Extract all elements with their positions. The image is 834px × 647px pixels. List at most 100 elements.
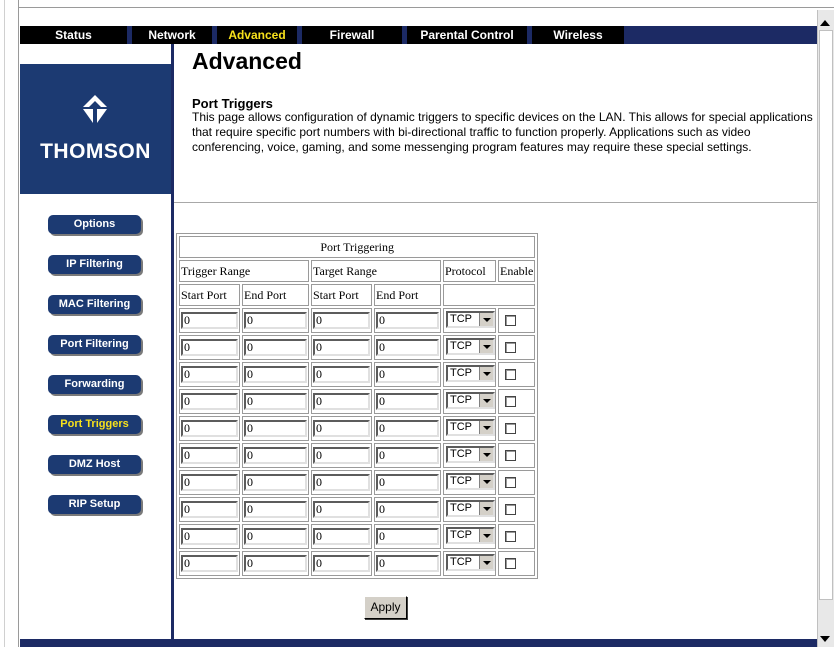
nav-tab-wireless[interactable]: Wireless bbox=[532, 26, 624, 44]
apply-button[interactable]: Apply bbox=[364, 596, 407, 619]
trigger-start-port-input[interactable] bbox=[181, 501, 238, 518]
target-end-port-input[interactable] bbox=[376, 528, 439, 545]
trigger-end-port-input[interactable] bbox=[244, 528, 307, 545]
trigger-start-port-input[interactable] bbox=[181, 447, 238, 464]
protocol-select[interactable]: TCP bbox=[446, 419, 495, 436]
nav-tab-firewall[interactable]: Firewall bbox=[302, 26, 402, 44]
protocol-select[interactable]: TCP bbox=[446, 338, 495, 355]
target-end-port-input[interactable] bbox=[376, 501, 439, 518]
trigger-end-port-input[interactable] bbox=[244, 501, 307, 518]
sidebar-item-ip-filtering[interactable]: IP Filtering bbox=[48, 255, 141, 274]
dropdown-arrow-icon[interactable] bbox=[479, 394, 493, 407]
protocol-select[interactable]: TCP bbox=[446, 311, 495, 328]
protocol-select[interactable]: TCP bbox=[446, 446, 495, 463]
dropdown-arrow-icon[interactable] bbox=[479, 340, 493, 353]
thomson-logo-icon bbox=[83, 95, 107, 123]
target-end-port-input[interactable] bbox=[376, 339, 439, 356]
dropdown-arrow-icon[interactable] bbox=[479, 421, 493, 434]
scroll-up-arrow-icon[interactable] bbox=[820, 20, 830, 26]
target-start-port-input[interactable] bbox=[313, 555, 370, 572]
target-end-port-input[interactable] bbox=[376, 555, 439, 572]
sidebar-item-mac-filtering[interactable]: MAC Filtering bbox=[48, 295, 141, 314]
target-start-port-input[interactable] bbox=[313, 474, 370, 491]
nav-tab-parental-control[interactable]: Parental Control bbox=[407, 26, 527, 44]
trigger-end-port-input[interactable] bbox=[244, 555, 307, 572]
trigger-end-port-input[interactable] bbox=[244, 312, 307, 329]
trigger-start-port-input[interactable] bbox=[181, 366, 238, 383]
sidebar-item-port-triggers[interactable]: Port Triggers bbox=[48, 415, 141, 434]
trigger-end-port-input[interactable] bbox=[244, 420, 307, 437]
target-end-port-input[interactable] bbox=[376, 366, 439, 383]
protocol-select[interactable]: TCP bbox=[446, 527, 495, 544]
target-start-port-input[interactable] bbox=[313, 420, 370, 437]
protocol-select[interactable]: TCP bbox=[446, 473, 495, 490]
dropdown-arrow-icon[interactable] bbox=[479, 475, 493, 488]
trigger-start-port-input[interactable] bbox=[181, 528, 238, 545]
dropdown-arrow-icon[interactable] bbox=[479, 502, 493, 515]
sidebar-item-dmz-host[interactable]: DMZ Host bbox=[48, 455, 141, 474]
trigger-end-port-input[interactable] bbox=[244, 393, 307, 410]
trigger-start-port-input[interactable] bbox=[181, 312, 238, 329]
target-end-port-input[interactable] bbox=[376, 393, 439, 410]
dropdown-arrow-icon[interactable] bbox=[479, 367, 493, 380]
sidebar-item-label: IP Filtering bbox=[66, 258, 123, 270]
trigger-end-port-input[interactable] bbox=[244, 447, 307, 464]
dropdown-arrow-icon[interactable] bbox=[479, 313, 493, 326]
sidebar-item-options[interactable]: Options bbox=[48, 215, 141, 234]
enable-checkbox[interactable] bbox=[505, 450, 516, 461]
enable-checkbox[interactable] bbox=[505, 531, 516, 542]
trigger-end-port-input[interactable] bbox=[244, 474, 307, 491]
dropdown-arrow-icon[interactable] bbox=[479, 529, 493, 542]
trigger-end-port-input[interactable] bbox=[244, 366, 307, 383]
dropdown-arrow-icon[interactable] bbox=[479, 448, 493, 461]
protocol-select[interactable]: TCP bbox=[446, 365, 495, 382]
nav-tab-advanced[interactable]: Advanced bbox=[217, 26, 297, 44]
table-cell bbox=[242, 308, 309, 333]
table-cell bbox=[498, 551, 536, 576]
sidebar-item-port-filtering[interactable]: Port Filtering bbox=[48, 335, 141, 354]
enable-checkbox[interactable] bbox=[505, 342, 516, 353]
target-start-port-input[interactable] bbox=[313, 501, 370, 518]
table-cell bbox=[179, 389, 240, 414]
protocol-select[interactable]: TCP bbox=[446, 500, 495, 517]
trigger-start-port-input[interactable] bbox=[181, 474, 238, 491]
table-cell bbox=[498, 416, 536, 441]
nav-tab-status[interactable]: Status bbox=[20, 26, 127, 44]
table-cell: TCP bbox=[443, 551, 496, 576]
sidebar-item-label: DMZ Host bbox=[68, 458, 121, 470]
enable-checkbox[interactable] bbox=[505, 477, 516, 488]
nav-tab-network[interactable]: Network bbox=[132, 26, 212, 44]
protocol-value: TCP bbox=[450, 394, 472, 406]
target-end-port-input[interactable] bbox=[376, 447, 439, 464]
target-start-port-input[interactable] bbox=[313, 339, 370, 356]
target-start-port-input[interactable] bbox=[313, 393, 370, 410]
sidebar-item-forwarding[interactable]: Forwarding bbox=[48, 375, 141, 394]
target-start-port-input[interactable] bbox=[313, 528, 370, 545]
trigger-start-port-input[interactable] bbox=[181, 339, 238, 356]
protocol-value: TCP bbox=[450, 421, 472, 433]
target-end-port-input[interactable] bbox=[376, 420, 439, 437]
dropdown-arrow-icon[interactable] bbox=[479, 556, 493, 569]
sidebar-item-rip-setup[interactable]: RIP Setup bbox=[48, 495, 141, 514]
enable-checkbox[interactable] bbox=[505, 558, 516, 569]
target-start-port-input[interactable] bbox=[313, 312, 370, 329]
scroll-down-arrow-icon[interactable] bbox=[820, 636, 830, 642]
enable-checkbox[interactable] bbox=[505, 396, 516, 407]
scrollbar-thumb[interactable] bbox=[819, 30, 833, 600]
target-end-port-input[interactable] bbox=[376, 312, 439, 329]
target-start-port-input[interactable] bbox=[313, 447, 370, 464]
trigger-start-port-input[interactable] bbox=[181, 555, 238, 572]
enable-checkbox[interactable] bbox=[505, 423, 516, 434]
protocol-select[interactable]: TCP bbox=[446, 554, 495, 571]
enable-checkbox[interactable] bbox=[505, 315, 516, 326]
protocol-select[interactable]: TCP bbox=[446, 392, 495, 409]
enable-checkbox[interactable] bbox=[505, 369, 516, 380]
enable-checkbox[interactable] bbox=[505, 504, 516, 515]
trigger-start-port-input[interactable] bbox=[181, 393, 238, 410]
target-end-port-input[interactable] bbox=[376, 474, 439, 491]
trigger-start-port-input[interactable] bbox=[181, 420, 238, 437]
target-start-port-input[interactable] bbox=[313, 366, 370, 383]
table-cell bbox=[374, 443, 441, 468]
trigger-end-port-input[interactable] bbox=[244, 339, 307, 356]
vertical-scrollbar[interactable] bbox=[817, 10, 834, 647]
